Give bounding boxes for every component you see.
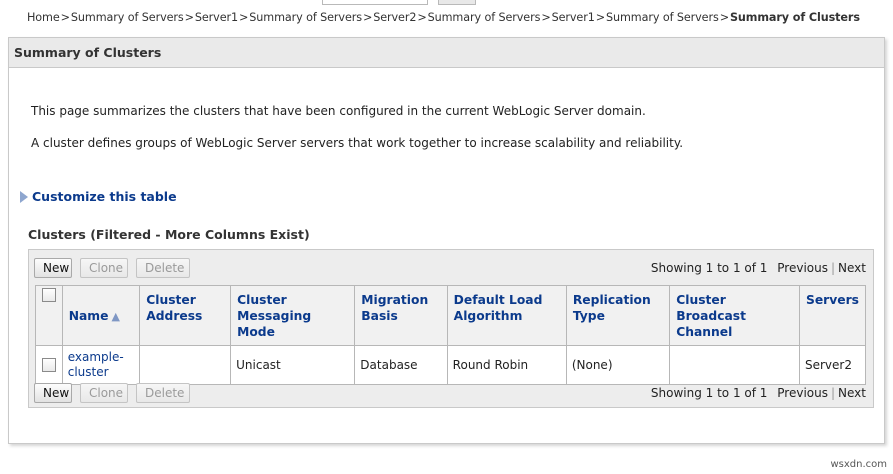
breadcrumb-separator: > xyxy=(417,11,427,24)
column-header-replication-type[interactable]: Replication Type xyxy=(565,285,671,346)
table-header-row: Name ▲ Cluster Address Cluster Messaging … xyxy=(35,285,867,346)
column-header-name-label[interactable]: Name xyxy=(69,309,109,323)
cluster-name-link[interactable]: example-cluster xyxy=(68,350,124,379)
cell-servers: Server2 xyxy=(798,345,867,385)
breadcrumb-item-summary-of-servers[interactable]: Summary of Servers xyxy=(428,11,541,24)
column-header-servers[interactable]: Servers xyxy=(798,285,867,346)
clusters-table: Name ▲ Cluster Address Cluster Messaging … xyxy=(35,285,867,385)
delete-button-bottom[interactable]: Delete xyxy=(136,383,190,403)
top-search-box-edge xyxy=(322,0,428,5)
previous-link[interactable]: Previous xyxy=(777,261,828,275)
breadcrumb-separator: > xyxy=(239,11,249,24)
select-all-checkbox[interactable] xyxy=(42,287,56,302)
previous-link-bottom[interactable]: Previous xyxy=(777,386,828,400)
table-row: example-cluster Unicast Database Round R… xyxy=(35,345,867,385)
select-all-cell xyxy=(35,285,63,346)
breadcrumb-separator: > xyxy=(60,11,70,24)
row-select-cell xyxy=(35,345,63,385)
breadcrumb-item-summary-of-servers[interactable]: Summary of Servers xyxy=(606,11,719,24)
clusters-table-container: New Clone Delete Showing 1 to 1 of 1 Pre… xyxy=(28,249,874,408)
showing-count-bottom: Showing 1 to 1 of 1 xyxy=(650,386,768,400)
breadcrumb-separator: > xyxy=(362,11,373,24)
next-link[interactable]: Next xyxy=(838,261,866,275)
column-header-broadcast-channel[interactable]: Cluster Broadcast Channel xyxy=(669,285,800,346)
triangle-right-icon xyxy=(20,190,28,203)
column-header-messaging-mode[interactable]: Cluster Messaging Mode xyxy=(230,285,356,346)
table-toolbar-bottom: New Clone Delete xyxy=(34,383,190,403)
cell-broadcast-channel xyxy=(669,345,800,385)
breadcrumb-item-home[interactable]: Home xyxy=(27,11,60,24)
page-description: This page summarizes the clusters that h… xyxy=(31,104,646,118)
breadcrumb-item-summary-of-servers[interactable]: Summary of Servers xyxy=(71,11,184,24)
column-header-name[interactable]: Name ▲ xyxy=(61,285,141,346)
pager-top: Showing 1 to 1 of 1 Previous | Next xyxy=(651,261,866,275)
table-toolbar-top: New Clone Delete xyxy=(34,258,190,278)
new-button-bottom[interactable]: New xyxy=(34,383,72,403)
table-title: Clusters (Filtered - More Columns Exist) xyxy=(28,227,310,242)
breadcrumb: Home>Summary of Servers>Server1>Summary … xyxy=(27,11,860,24)
top-search-button-edge xyxy=(438,0,476,5)
clone-button-bottom[interactable]: Clone xyxy=(80,383,128,403)
breadcrumb-current: Summary of Clusters xyxy=(729,11,860,24)
clone-button[interactable]: Clone xyxy=(80,258,128,278)
breadcrumb-separator: > xyxy=(595,11,605,24)
cell-cluster-address xyxy=(139,345,232,385)
column-header-migration-basis[interactable]: Migration Basis xyxy=(354,285,448,346)
delete-button[interactable]: Delete xyxy=(136,258,190,278)
row-select-checkbox[interactable] xyxy=(42,358,56,372)
new-button[interactable]: New xyxy=(34,258,72,278)
pager-bottom: Showing 1 to 1 of 1 Previous | Next xyxy=(651,386,866,400)
showing-count: Showing 1 to 1 of 1 xyxy=(650,261,768,275)
customize-table-toggle[interactable]: Customize this table xyxy=(20,189,177,204)
sort-ascending-icon[interactable]: ▲ xyxy=(111,310,119,323)
cell-messaging-mode: Unicast xyxy=(230,345,356,385)
breadcrumb-separator: > xyxy=(541,11,551,24)
summary-panel: Summary of Clusters This page summarizes… xyxy=(8,37,885,444)
column-header-cluster-address[interactable]: Cluster Address xyxy=(139,285,232,346)
pager-separator: | xyxy=(830,261,836,275)
pager-separator-bottom: | xyxy=(830,386,836,400)
top-strip xyxy=(0,0,893,5)
breadcrumb-separator: > xyxy=(184,11,194,24)
column-header-load-algorithm[interactable]: Default Load Algorithm xyxy=(446,285,567,346)
breadcrumb-separator: > xyxy=(719,11,729,24)
cell-migration-basis: Database xyxy=(354,345,448,385)
cell-load-algorithm: Round Robin xyxy=(446,345,567,385)
cluster-definition: A cluster defines groups of WebLogic Ser… xyxy=(31,136,684,150)
cell-name: example-cluster xyxy=(61,345,141,385)
next-link-bottom[interactable]: Next xyxy=(838,386,866,400)
cell-replication-type: (None) xyxy=(565,345,671,385)
breadcrumb-item-server2[interactable]: Server2 xyxy=(373,11,416,24)
breadcrumb-item-server1[interactable]: Server1 xyxy=(195,11,238,24)
panel-title: Summary of Clusters xyxy=(9,38,884,68)
watermark: wsxdn.com xyxy=(830,459,887,470)
customize-table-label[interactable]: Customize this table xyxy=(32,189,177,204)
breadcrumb-item-server1[interactable]: Server1 xyxy=(552,11,595,24)
breadcrumb-item-summary-of-servers[interactable]: Summary of Servers xyxy=(249,11,362,24)
